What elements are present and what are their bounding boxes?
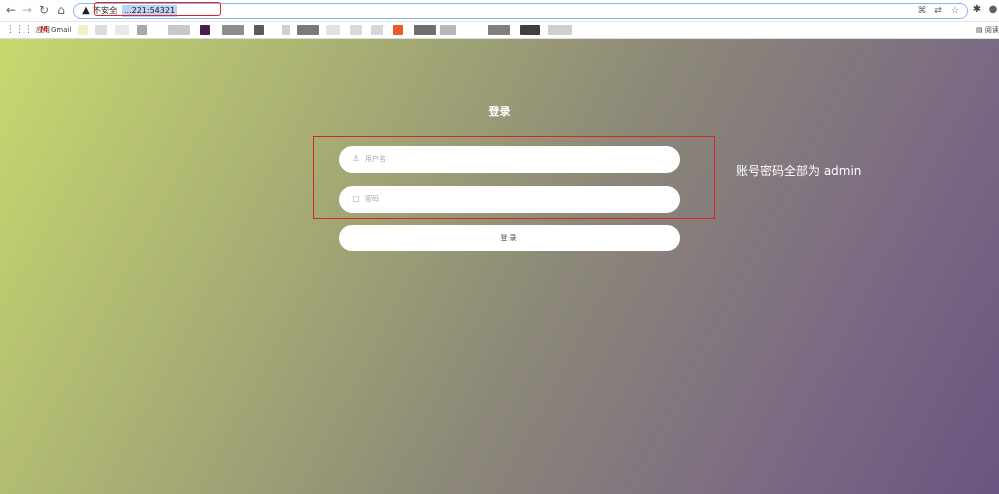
blurred-bookmark[interactable] (326, 25, 340, 35)
blurred-bookmark[interactable] (254, 25, 264, 35)
bookmark-gmail[interactable]: M Gmail (40, 24, 71, 36)
blurred-bookmark[interactable] (222, 25, 244, 35)
login-button[interactable]: 登录 (339, 225, 680, 251)
page-title: 登录 (488, 105, 511, 118)
url-highlight-box (94, 2, 221, 16)
reload-icon[interactable]: ↻ (37, 3, 51, 17)
blurred-bookmark[interactable] (282, 25, 290, 35)
apps-grid-icon: ⋮⋮⋮ (6, 25, 33, 35)
blurred-bookmark[interactable] (297, 25, 319, 35)
lock-icon: ▢ (352, 194, 360, 203)
extensions-puzzle-icon[interactable]: ✱ (970, 3, 984, 17)
warning-icon[interactable]: ▲ (80, 4, 92, 18)
reading-list-icon: ▤ (976, 26, 983, 34)
gmail-label: Gmail (50, 26, 72, 34)
password-input[interactable] (365, 191, 665, 207)
blurred-bookmark[interactable] (78, 25, 88, 35)
login-page: 登录 ♙ ▢ 登录 账号密码全部为 admin (0, 39, 999, 494)
home-icon[interactable]: ⌂ (54, 3, 68, 17)
username-field[interactable]: ♙ (339, 146, 680, 173)
blurred-bookmark[interactable] (350, 25, 362, 35)
reading-list-label: 阅读 (984, 26, 999, 34)
blurred-bookmark[interactable] (548, 25, 572, 35)
gmail-icon: M (40, 25, 48, 34)
blurred-bookmark[interactable] (440, 25, 456, 35)
blurred-bookmark[interactable] (393, 25, 403, 35)
reading-list[interactable]: ▤ 阅读 (976, 24, 999, 36)
blurred-bookmark[interactable] (168, 25, 190, 35)
blurred-bookmark[interactable] (520, 25, 540, 35)
username-input[interactable] (365, 151, 665, 167)
password-field[interactable]: ▢ (339, 186, 680, 213)
credentials-annotation: 账号密码全部为 admin (736, 164, 862, 178)
blurred-bookmark[interactable] (137, 25, 147, 35)
translate-icon[interactable]: ⇄ (932, 4, 944, 18)
bookmark-star-icon[interactable]: ☆ (949, 4, 961, 18)
blurred-bookmark[interactable] (414, 25, 436, 35)
profile-avatar-icon[interactable]: ● (986, 3, 999, 17)
blurred-bookmark[interactable] (371, 25, 383, 35)
back-arrow-icon[interactable]: ← (4, 3, 18, 17)
blurred-bookmark[interactable] (95, 25, 107, 35)
qr-code-icon[interactable]: ⌘ (916, 4, 928, 18)
forward-arrow-icon[interactable]: → (20, 3, 34, 17)
bookmarks-bar: ⋮⋮⋮ 应用 M Gmail ▤ 阅读 (0, 22, 999, 39)
blurred-bookmark[interactable] (115, 25, 129, 35)
browser-toolbar: ← → ↻ ⌂ ▲ 不安全 ...221:54321 ⌘ ⇄ ☆ ✱ ● (0, 0, 999, 22)
blurred-bookmark[interactable] (488, 25, 510, 35)
user-icon: ♙ (352, 154, 360, 163)
blurred-bookmark[interactable] (200, 25, 210, 35)
